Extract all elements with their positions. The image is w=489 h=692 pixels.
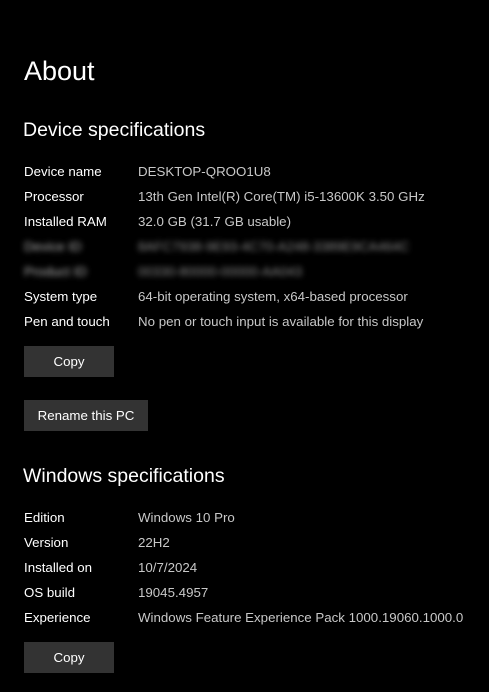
spec-row-version: Version 22H2 [24, 530, 484, 555]
spec-value: 64-bit operating system, x64-based proce… [138, 289, 408, 304]
spec-row-product-id: Product ID 00330-80000-00000-AA043 [24, 259, 484, 284]
spec-label: Experience [24, 610, 91, 625]
spec-row-device-id: Device ID 8AFC7938-9E93-4C70-A248-3389E9… [24, 234, 484, 259]
copy-windows-specs-button[interactable]: Copy [24, 642, 114, 673]
rename-pc-button[interactable]: Rename this PC [24, 400, 148, 431]
spec-row-edition: Edition Windows 10 Pro [24, 505, 484, 530]
spec-label: Device ID [24, 239, 82, 254]
device-specs-list: Device name DESKTOP-QROO1U8 Processor 13… [24, 159, 484, 334]
spec-row-installed-ram: Installed RAM 32.0 GB (31.7 GB usable) [24, 209, 484, 234]
spec-value: 32.0 GB (31.7 GB usable) [138, 214, 291, 229]
spec-value: 8AFC7938-9E93-4C70-A248-3389E9CA464C [138, 239, 410, 254]
spec-row-system-type: System type 64-bit operating system, x64… [24, 284, 484, 309]
spec-label: Installed RAM [24, 214, 107, 229]
spec-value: Windows Feature Experience Pack 1000.190… [138, 610, 464, 625]
spec-label: Product ID [24, 264, 87, 279]
spec-label: System type [24, 289, 98, 304]
spec-value: 13th Gen Intel(R) Core(TM) i5-13600K 3.5… [138, 189, 425, 204]
spec-label: Edition [24, 510, 65, 525]
spec-value: 22H2 [138, 535, 170, 550]
spec-value: No pen or touch input is available for t… [138, 314, 424, 329]
windows-specs-list: Edition Windows 10 Pro Version 22H2 Inst… [24, 505, 484, 630]
spec-label: Pen and touch [24, 314, 110, 329]
spec-row-device-name: Device name DESKTOP-QROO1U8 [24, 159, 484, 184]
spec-value: 00330-80000-00000-AA043 [138, 264, 303, 279]
device-specifications-heading: Device specifications [23, 119, 206, 141]
spec-label: OS build [24, 585, 75, 600]
spec-row-experience: Experience Windows Feature Experience Pa… [24, 605, 484, 630]
spec-row-processor: Processor 13th Gen Intel(R) Core(TM) i5-… [24, 184, 484, 209]
spec-value: DESKTOP-QROO1U8 [138, 164, 271, 179]
spec-label: Device name [24, 164, 102, 179]
windows-specifications-heading: Windows specifications [23, 465, 225, 487]
copy-device-specs-button[interactable]: Copy [24, 346, 114, 377]
spec-label: Version [24, 535, 69, 550]
spec-value: 10/7/2024 [138, 560, 198, 575]
spec-label: Processor [24, 189, 84, 204]
spec-label: Installed on [24, 560, 93, 575]
spec-value: 19045.4957 [138, 585, 209, 600]
spec-value: Windows 10 Pro [138, 510, 235, 525]
spec-row-installed-on: Installed on 10/7/2024 [24, 555, 484, 580]
spec-row-pen-and-touch: Pen and touch No pen or touch input is a… [24, 309, 484, 334]
page-title: About [24, 56, 95, 86]
spec-row-os-build: OS build 19045.4957 [24, 580, 484, 605]
